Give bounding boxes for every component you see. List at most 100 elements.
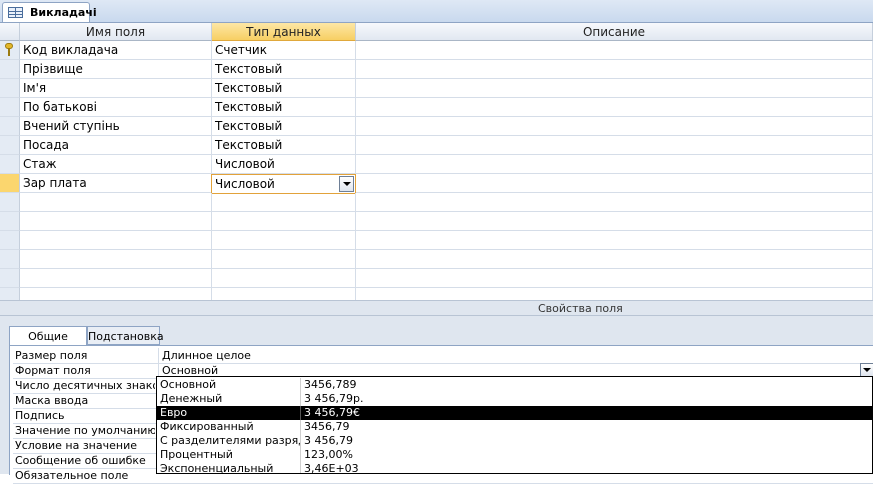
data-type-cell[interactable]: Текстовый — [212, 136, 356, 155]
property-label: Подпись — [15, 409, 65, 422]
row-selector[interactable] — [0, 98, 20, 117]
column-header-field-name[interactable]: Имя поля — [20, 23, 212, 41]
row-selector[interactable] — [0, 193, 20, 212]
row-selector-current[interactable] — [0, 174, 20, 193]
description-cell[interactable] — [356, 174, 873, 193]
chevron-down-icon[interactable] — [860, 363, 873, 377]
row-selector[interactable] — [0, 60, 20, 79]
empty-row[interactable] — [0, 231, 873, 250]
description-cell[interactable] — [356, 212, 873, 231]
description-cell[interactable] — [356, 193, 873, 212]
option-name: Процентный — [160, 448, 233, 461]
property-label: Число десятичных знаков — [15, 379, 155, 392]
row-selector[interactable] — [0, 250, 20, 269]
description-cell[interactable] — [356, 79, 873, 98]
data-type-cell[interactable] — [212, 212, 356, 231]
property-label: Размер поля — [15, 349, 88, 362]
field-name-cell[interactable] — [20, 288, 212, 300]
data-type-cell[interactable]: Счетчик — [212, 41, 356, 60]
row-selector[interactable] — [0, 231, 20, 250]
column-header-data-type[interactable]: Тип данных — [212, 23, 356, 41]
field-name-cell[interactable] — [20, 250, 212, 269]
table-row[interactable]: Посада Текстовый — [0, 136, 873, 155]
data-type-cell[interactable] — [212, 193, 356, 212]
property-value[interactable]: Длинное целое — [158, 348, 862, 363]
empty-row[interactable] — [0, 288, 873, 300]
tab-lookup[interactable]: Подстановка — [87, 326, 164, 345]
data-type-cell[interactable] — [212, 269, 356, 288]
row-selector[interactable] — [0, 41, 20, 60]
field-name-cell[interactable] — [20, 269, 212, 288]
row-selector[interactable] — [0, 117, 20, 136]
document-tab-teachers[interactable]: Викладачі — [2, 2, 97, 22]
row-selector[interactable] — [0, 79, 20, 98]
table-row[interactable]: По батькові Текстовый — [0, 98, 873, 117]
data-type-cell[interactable] — [212, 250, 356, 269]
field-name-cell[interactable]: Прізвище — [20, 60, 212, 79]
description-cell[interactable] — [356, 288, 873, 300]
field-name-cell[interactable]: Код викладача — [20, 41, 212, 60]
data-type-cell[interactable]: Текстовый — [212, 98, 356, 117]
description-cell[interactable] — [356, 155, 873, 174]
empty-row[interactable] — [0, 212, 873, 231]
field-name-cell[interactable] — [20, 193, 212, 212]
tab-general[interactable]: Общие — [9, 326, 87, 346]
field-name-cell[interactable] — [20, 231, 212, 250]
description-cell[interactable] — [356, 41, 873, 60]
table-icon — [8, 7, 23, 18]
description-cell[interactable] — [356, 231, 873, 250]
format-option-scientific[interactable]: Экспоненциальный 3,46E+03 — [157, 462, 872, 473]
data-type-cell[interactable]: Числовой — [212, 155, 356, 174]
row-selector[interactable] — [0, 212, 20, 231]
table-row[interactable]: Ім'я Текстовый — [0, 79, 873, 98]
description-cell[interactable] — [356, 60, 873, 79]
property-label: Маска ввода — [15, 394, 89, 407]
table-row-current[interactable]: Зар плата Числовой — [0, 174, 873, 194]
data-type-combobox[interactable]: Числовой — [211, 174, 356, 194]
field-name-cell[interactable]: По батькові — [20, 98, 212, 117]
field-design-grid: Имя поля Тип данных Описание Код виклада… — [0, 23, 873, 300]
description-cell[interactable] — [356, 136, 873, 155]
description-cell[interactable] — [356, 117, 873, 136]
field-name-cell[interactable] — [20, 212, 212, 231]
field-name-cell[interactable]: Ім'я — [20, 79, 212, 98]
empty-row[interactable] — [0, 193, 873, 212]
data-type-combobox-value: Числовой — [215, 177, 275, 191]
field-name-cell[interactable]: Посада — [20, 136, 212, 155]
row-selector[interactable] — [0, 269, 20, 288]
data-type-cell[interactable] — [212, 231, 356, 250]
row-selector[interactable] — [0, 136, 20, 155]
table-row[interactable]: Код викладача Счетчик — [0, 41, 873, 60]
data-type-cell[interactable]: Текстовый — [212, 60, 356, 79]
row-selector-header[interactable] — [0, 23, 20, 41]
field-name-cell[interactable]: Стаж — [20, 155, 212, 174]
format-option-euro[interactable]: Евро 3 456,79€ — [157, 406, 872, 420]
data-type-cell[interactable]: Текстовый — [212, 79, 356, 98]
column-header-description[interactable]: Описание — [356, 23, 873, 41]
chevron-down-icon[interactable] — [339, 176, 354, 192]
row-selector[interactable] — [0, 288, 20, 300]
format-option-fixed[interactable]: Фиксированный 3456,79 — [157, 420, 872, 434]
format-option-percent[interactable]: Процентный 123,00% — [157, 448, 872, 462]
description-cell[interactable] — [356, 98, 873, 117]
option-sample: 3 456,79 — [300, 434, 353, 448]
table-row[interactable]: Стаж Числовой — [0, 155, 873, 174]
field-name-cell[interactable]: Зар плата — [20, 174, 212, 193]
option-name: Евро — [160, 406, 188, 419]
description-cell[interactable] — [356, 269, 873, 288]
field-name-cell[interactable]: Вчений ступінь — [20, 117, 212, 136]
format-option-general[interactable]: Основной 3456,789 — [157, 378, 872, 392]
empty-row[interactable] — [0, 250, 873, 269]
table-row[interactable]: Прізвище Текстовый — [0, 60, 873, 79]
empty-row[interactable] — [0, 269, 873, 288]
format-option-currency[interactable]: Денежный 3 456,79р. — [157, 392, 872, 406]
property-row[interactable]: Размер поля Длинное целое — [13, 348, 873, 364]
format-option-standard[interactable]: С разделителями разрядов 3 456,79 — [157, 434, 872, 448]
field-properties-caption: Свойства поля — [0, 300, 873, 316]
data-type-cell[interactable]: Текстовый — [212, 117, 356, 136]
row-selector[interactable] — [0, 155, 20, 174]
table-row[interactable]: Вчений ступінь Текстовый — [0, 117, 873, 136]
format-dropdown-list: Основной 3456,789 Денежный 3 456,79р. Ев… — [156, 376, 873, 474]
description-cell[interactable] — [356, 250, 873, 269]
data-type-cell[interactable] — [212, 288, 356, 300]
